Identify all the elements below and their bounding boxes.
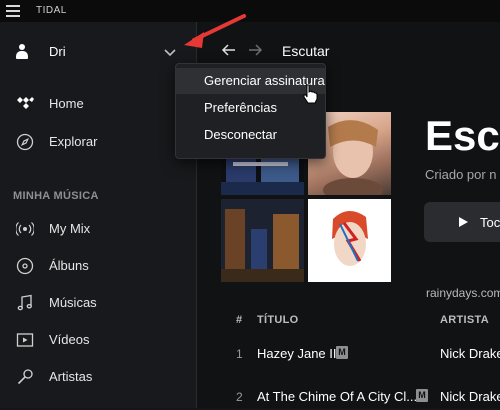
table-row[interactable]: 2 At The Chime Of A City Cl... M Nick Dr…: [227, 386, 500, 410]
track-number: 1: [236, 347, 243, 361]
sidebar-item-explorar[interactable]: Explorar: [0, 128, 196, 156]
album-cover-3: [221, 199, 304, 282]
sidebar-item-label: Músicas: [49, 295, 97, 310]
annotation-arrow-icon: [184, 14, 246, 48]
sidebar-item-label: Home: [49, 96, 84, 111]
track-title: At The Chime Of A City Cl...: [257, 389, 418, 404]
playlist-title: Escu: [425, 112, 500, 159]
table-row[interactable]: 1 Hazey Jane II M Nick Drake: [227, 343, 500, 367]
playlist-creator: Criado por n: [425, 167, 497, 182]
play-button-label: Toc: [480, 215, 500, 230]
user-dropdown-menu: Gerenciar assinatura Preferências Descon…: [175, 63, 326, 159]
play-icon: [459, 217, 468, 227]
tidal-logo-icon: [17, 97, 34, 109]
master-quality-badge: M: [336, 346, 348, 359]
user-name: Dri: [49, 44, 66, 59]
music-note-icon: [17, 294, 32, 311]
menu-item-label: Preferências: [204, 100, 277, 115]
sidebar: Dri Home Explorar MINHA MÚSICA My Mix Ál…: [0, 22, 197, 408]
sidebar-item-label: My Mix: [49, 221, 91, 236]
user-avatar-icon: [16, 44, 28, 60]
sidebar-item-home[interactable]: Home: [0, 90, 196, 118]
hand-cursor-icon: [303, 84, 318, 104]
microphone-icon: [17, 369, 33, 385]
play-button[interactable]: Toc: [424, 202, 500, 242]
sidebar-item-label: Explorar: [49, 134, 98, 149]
sidebar-item-label: Vídeos: [49, 332, 90, 347]
compass-icon: [16, 133, 34, 151]
app-title: TIDAL: [36, 5, 67, 16]
hamburger-menu-icon[interactable]: [6, 5, 20, 17]
master-quality-badge: M: [416, 389, 428, 402]
track-artist[interactable]: Nick Drake: [440, 346, 500, 361]
column-header-artist[interactable]: ARTISTA: [440, 314, 489, 326]
watermark-text: rainydays.com.br: [426, 286, 500, 300]
album-cover-4: [308, 199, 391, 282]
sidebar-item-label: Álbuns: [49, 258, 89, 273]
sidebar-item-my-mix[interactable]: My Mix: [0, 215, 196, 243]
column-header-number: #: [236, 314, 243, 326]
chevron-down-icon[interactable]: [162, 44, 178, 60]
menu-item-label: Desconectar: [204, 127, 277, 142]
sidebar-item-musicas[interactable]: Músicas: [0, 289, 196, 317]
menu-item-desconectar[interactable]: Desconectar: [176, 122, 325, 148]
sidebar-item-videos[interactable]: Vídeos: [0, 326, 196, 354]
sidebar-item-label: Artistas: [49, 369, 93, 384]
user-profile-row[interactable]: Dri: [0, 38, 196, 68]
video-icon: [16, 333, 34, 347]
track-number: 2: [236, 390, 243, 404]
radio-icon: [16, 222, 34, 236]
page-title: Escutar: [282, 43, 330, 59]
sidebar-item-albuns[interactable]: Álbuns: [0, 252, 196, 280]
track-title: Hazey Jane II: [257, 346, 337, 361]
album-icon: [16, 257, 34, 275]
track-artist[interactable]: Nick Drake: [440, 389, 500, 404]
column-header-title[interactable]: TÍTULO: [257, 314, 299, 326]
section-title-minha-musica: MINHA MÚSICA: [13, 190, 99, 202]
sidebar-item-artistas[interactable]: Artistas: [0, 363, 196, 391]
